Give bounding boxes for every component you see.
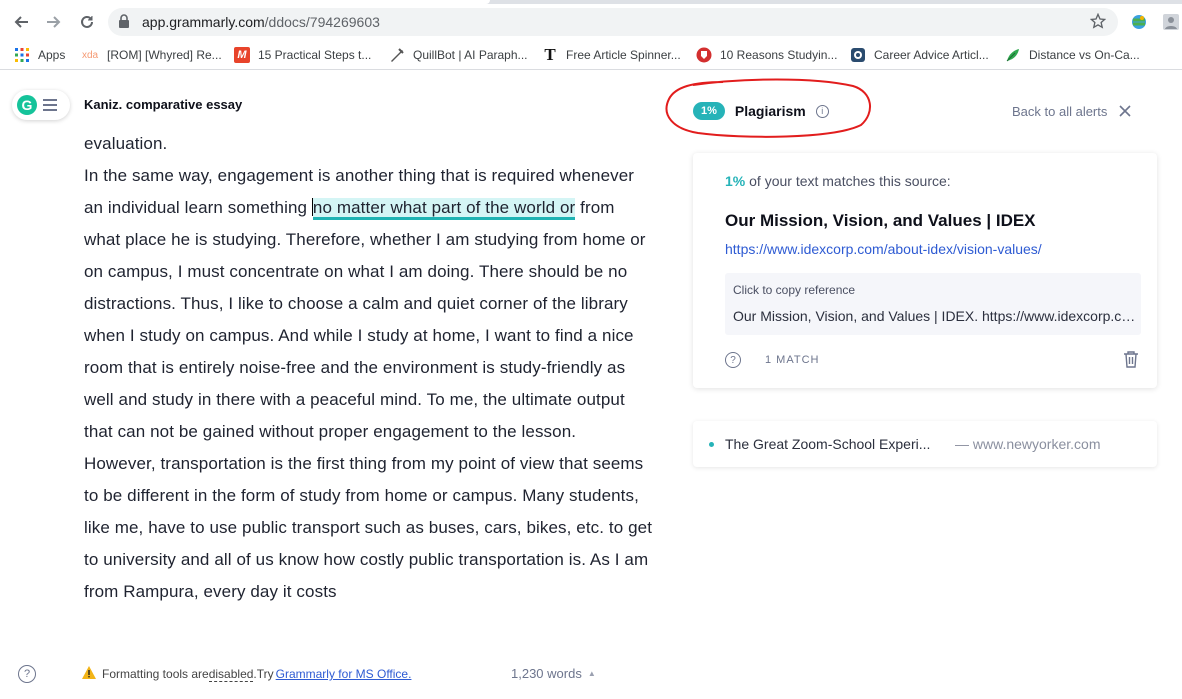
extension-globe-icon[interactable] <box>1130 13 1148 31</box>
back-to-all-alerts-link[interactable]: Back to all alerts <box>1012 104 1107 119</box>
caret-up-icon: ▲ <box>587 669 596 678</box>
other-source-item[interactable]: The Great Zoom-School Experi... — www.ne… <box>693 421 1157 467</box>
close-icon[interactable] <box>1118 104 1132 123</box>
bookmark-apps[interactable]: Apps <box>14 46 65 64</box>
lock-icon[interactable] <box>118 14 130 33</box>
bullet-dot-icon <box>709 442 714 447</box>
bookmarks-bar: Apps xda [ROM] [Whyred] Re... M 15 Pract… <box>0 40 1182 70</box>
trash-icon[interactable] <box>1123 350 1139 373</box>
hamburger-menu-icon <box>43 96 57 114</box>
t-logo-icon: T <box>544 45 556 64</box>
bookmark-article-spinner[interactable]: T Free Article Spinner... <box>542 45 680 64</box>
m-logo-icon: M <box>234 47 250 63</box>
source-title: Our Mission, Vision, and Values | IDEX <box>725 211 1036 230</box>
shield-red-icon <box>696 47 712 63</box>
paragraph-evaluation: evaluation. <box>84 134 168 153</box>
plagiarism-header: 1% Plagiarism i <box>693 100 829 122</box>
document-editor[interactable]: evaluation. In the same way, engagement … <box>84 128 654 650</box>
editor-status-bar: ? Formatting tools are disabled .Try Gramm… <box>0 656 660 692</box>
career-icon <box>850 47 866 63</box>
help-icon[interactable]: ? <box>18 665 36 683</box>
other-source-title: The Great Zoom-School Experi... <box>725 436 931 452</box>
match-summary: 1% of your text matches this source: <box>725 173 951 189</box>
copy-reference-box[interactable]: Click to copy reference Our Mission, Vis… <box>725 273 1141 335</box>
address-bar[interactable]: app.grammarly.com/ddocs/794269603 <box>108 8 1118 36</box>
grammarly-logo-icon: G <box>17 95 37 115</box>
document-title[interactable]: Kaniz. comparative essay <box>84 97 242 112</box>
info-icon[interactable]: i <box>815 104 829 118</box>
copy-reference-label: Click to copy reference <box>733 283 856 297</box>
other-source-domain: — www.newyorker.com <box>955 436 1101 452</box>
plagiarism-highlight[interactable]: no matter what part of the world or <box>312 198 576 220</box>
url-text: app.grammarly.com/ddocs/794269603 <box>142 14 380 30</box>
paragraph-engagement: In the same way, engagement is another t… <box>84 166 646 441</box>
quillbot-icon <box>389 47 405 63</box>
reference-text: Our Mission, Vision, and Values | IDEX. … <box>733 308 1137 324</box>
bookmark-rom-whyred[interactable]: xda [ROM] [Whyred] Re... <box>81 46 222 64</box>
grammarly-menu-button[interactable]: G <box>12 90 70 120</box>
bookmark-10-reasons[interactable]: 10 Reasons Studyin... <box>696 46 837 64</box>
formatting-warning: Formatting tools are disabled .Try Grammar… <box>82 666 411 682</box>
ms-office-link[interactable]: Grammarly for MS Office. <box>276 667 412 681</box>
match-count: 1 MATCH <box>765 354 820 366</box>
back-arrow-icon[interactable] <box>9 10 33 34</box>
bookmark-career-advice[interactable]: Career Advice Articl... <box>850 46 989 64</box>
profile-avatar-icon[interactable] <box>1162 13 1180 31</box>
plagiarism-percent-badge: 1% <box>693 102 725 120</box>
apps-grid-icon <box>14 47 30 63</box>
question-icon[interactable]: ? <box>725 352 741 368</box>
bookmark-practical-steps[interactable]: M 15 Practical Steps t... <box>234 46 371 64</box>
browser-toolbar: app.grammarly.com/ddocs/794269603 <box>0 4 1182 40</box>
plagiarism-title: Plagiarism <box>734 103 806 119</box>
plagiarism-source-card[interactable]: 1% of your text matches this source: Our… <box>693 153 1157 388</box>
leaf-icon <box>1005 47 1021 63</box>
warning-triangle-icon <box>82 666 96 682</box>
bookmark-quillbot[interactable]: QuillBot | AI Paraph... <box>389 46 528 64</box>
paragraph-transportation: However, transportation is the first thi… <box>84 454 653 601</box>
bookmark-star-icon[interactable] <box>1089 12 1107 34</box>
bookmark-distance-vs-campus[interactable]: Distance vs On-Ca... <box>1005 46 1140 64</box>
word-count[interactable]: 1,230 words ▲ <box>511 666 596 681</box>
forward-arrow-icon[interactable] <box>42 10 66 34</box>
source-url-link[interactable]: https://www.idexcorp.com/about-idex/visi… <box>725 241 1042 257</box>
xda-icon: xda <box>81 49 99 61</box>
reload-icon[interactable] <box>75 10 99 34</box>
